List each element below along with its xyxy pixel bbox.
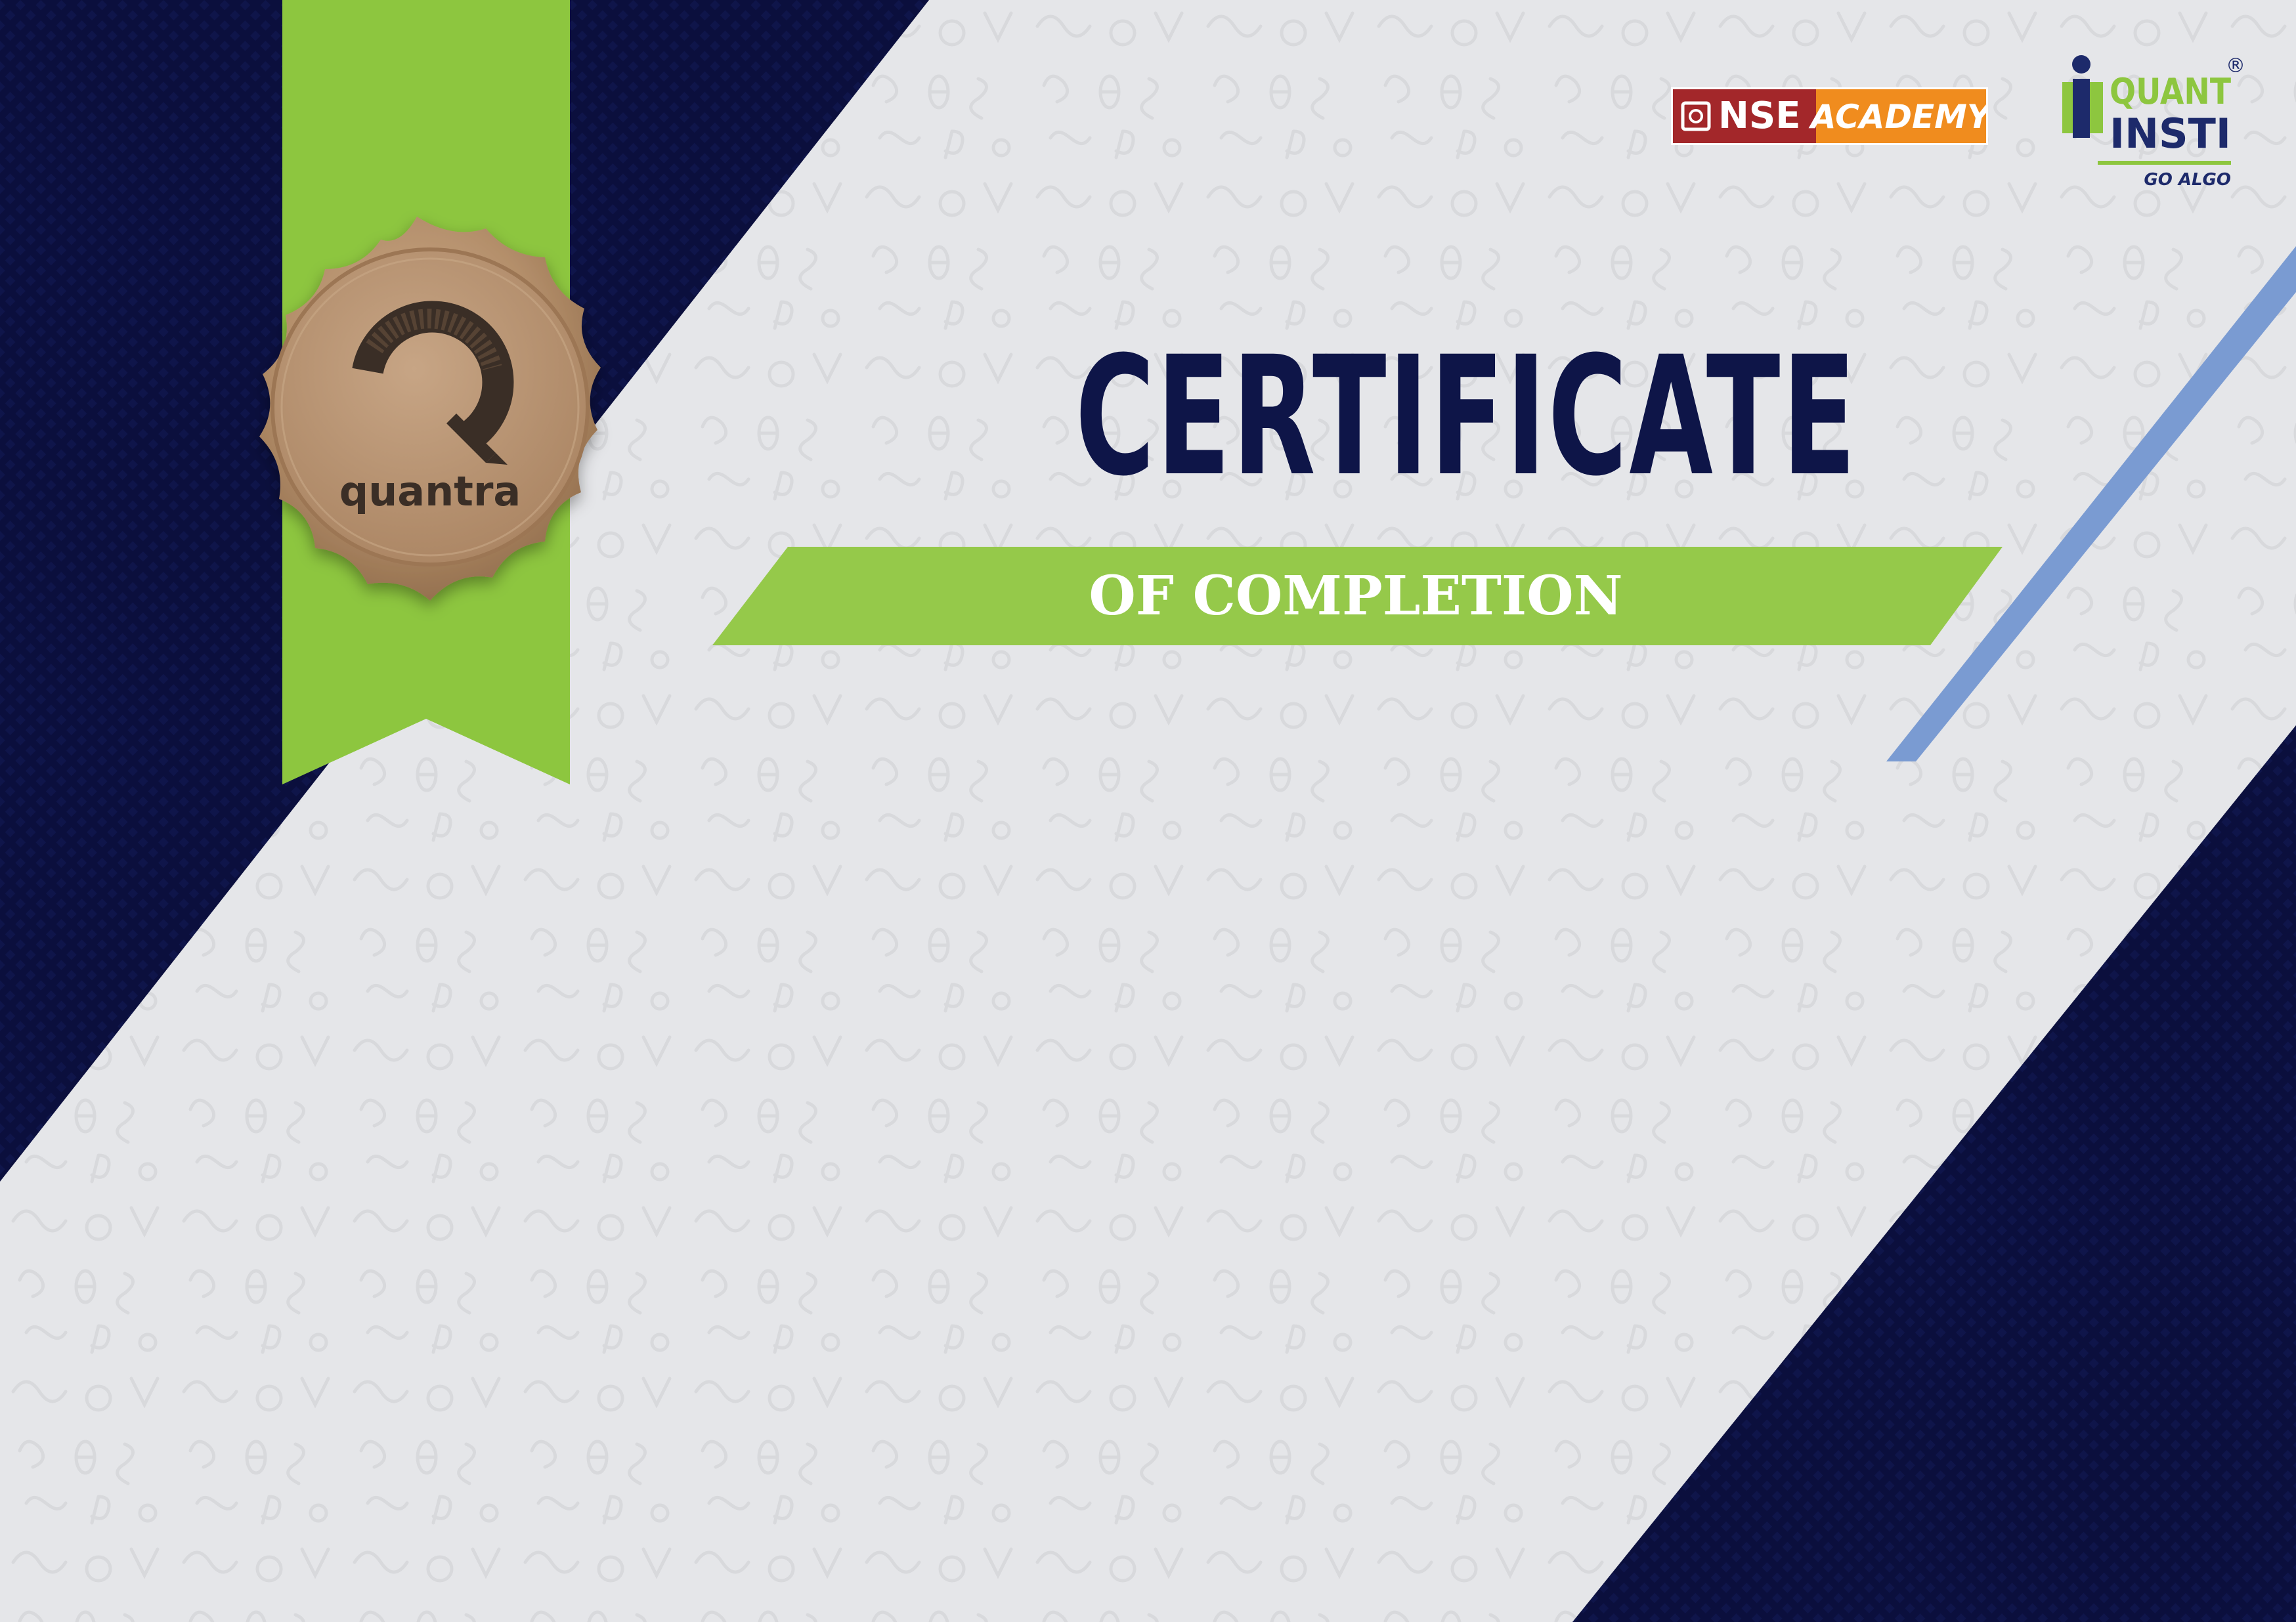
insti-text: INSTI — [2110, 110, 2231, 158]
quantinsti-figure-icon — [2062, 55, 2103, 138]
go-algo-text: GO ALGO — [2144, 170, 2231, 190]
nse-text: NSE — [1718, 95, 1800, 137]
quant-text: QUANT — [2110, 71, 2231, 112]
certificate-page: quantra CERTIFICATE OF COMPLETION NSE AC… — [0, 0, 2296, 1622]
quantinsti-logo: QUANT INSTI GO ALGO ® — [2062, 54, 2245, 190]
nse-academy-logo: NSE ACADEMY — [1671, 87, 1988, 145]
academy-text: ACADEMY — [1808, 98, 1988, 136]
certificate-title: CERTIFICATE — [1075, 321, 1858, 512]
medal-brand-text: quantra — [339, 467, 521, 515]
registered-mark: ® — [2226, 54, 2245, 77]
certificate-subtitle: OF COMPLETION — [1089, 565, 1623, 628]
quantra-medal: quantra — [259, 217, 601, 601]
